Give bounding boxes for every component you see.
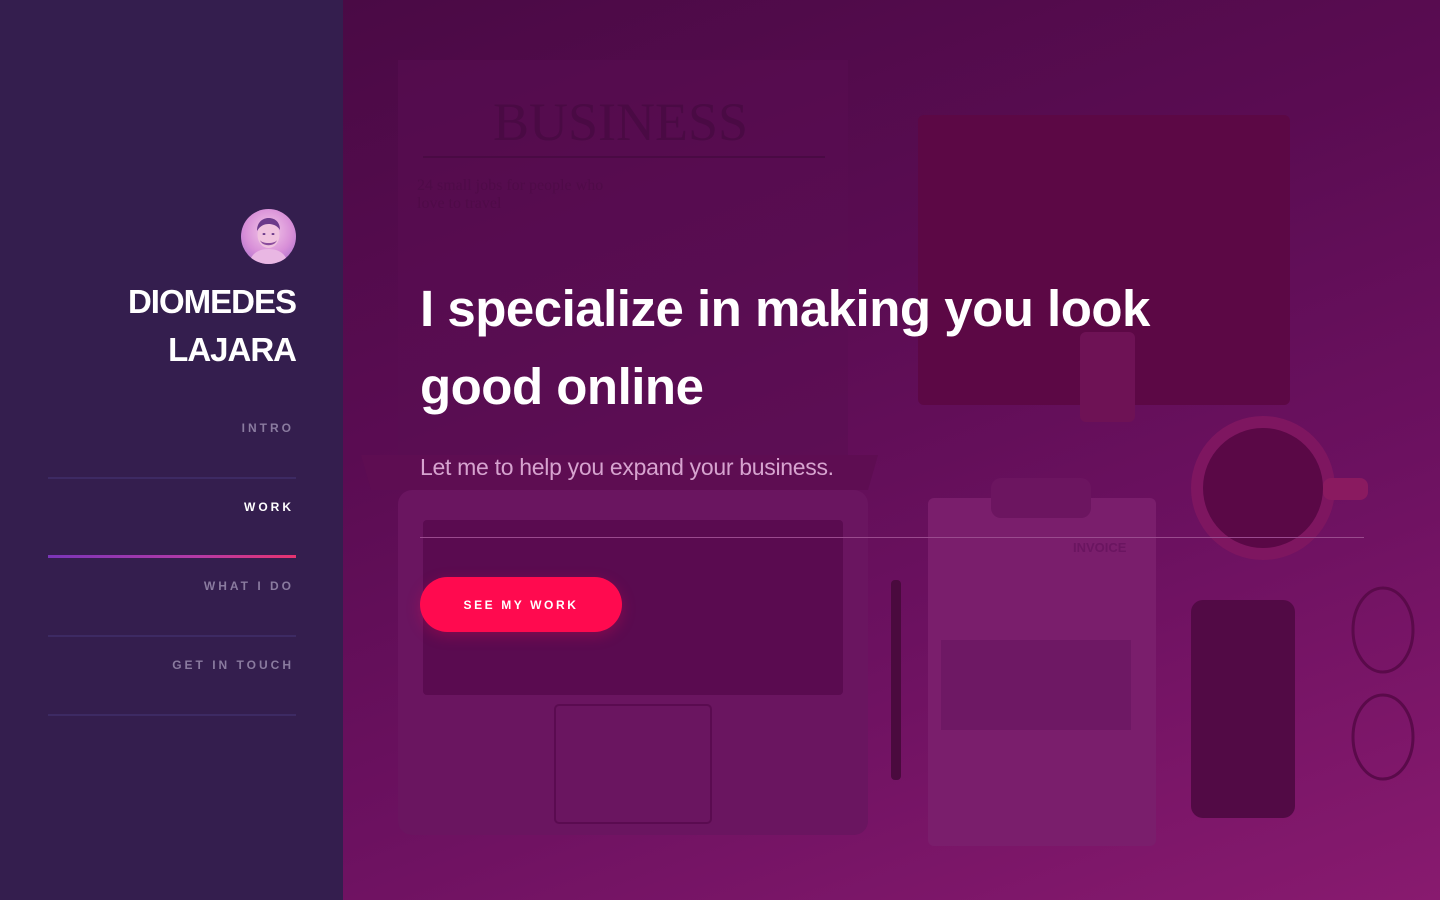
sidebar: DIOMEDES LAJARA INTRO WORK WHAT I DO GET… [0,0,343,900]
newspaper-teaser-line-1: 24 small jobs for people who [417,177,603,194]
hero-headline: I specialize in making you look good onl… [420,280,1150,415]
invoice-heading: INVOICE [1073,540,1127,555]
nav-item-what-i-do[interactable]: WHAT I DO [48,558,296,637]
hero-divider [420,537,1364,538]
nav-item-work[interactable]: WORK [48,479,296,558]
profile-name: DIOMEDES LAJARA [127,278,297,374]
page: DIOMEDES LAJARA INTRO WORK WHAT I DO GET… [0,0,1440,900]
nav-item-label: GET IN TOUCH [172,658,294,672]
sidebar-nav: INTRO WORK WHAT I DO GET IN TOUCH [48,400,296,716]
hero-section: BUSINESS 24 small jobs for people who lo… [343,0,1440,900]
nav-item-label: INTRO [241,421,294,435]
see-my-work-button[interactable]: SEE MY WORK [420,577,622,632]
profile-last-name: LAJARA [168,331,297,368]
mug-illustration [1191,416,1368,560]
clipboard-illustration: INVOICE [928,478,1156,846]
newspaper-teaser-line-2: love to travel [417,195,502,212]
glasses-illustration [1351,586,1415,781]
avatar[interactable] [241,209,296,264]
nav-item-get-in-touch[interactable]: GET IN TOUCH [48,637,296,716]
hero-background-image: BUSINESS 24 small jobs for people who lo… [361,60,1415,846]
laptop-illustration [361,455,878,835]
profile-first-name: DIOMEDES [127,283,297,320]
avatar-photo [249,218,288,264]
nav-item-label: WORK [244,500,294,514]
newspaper-masthead: BUSINESS [493,92,748,152]
hero-subline: Let me to help you expand your business. [420,454,834,480]
nav-item-label: WHAT I DO [203,579,294,593]
nav-item-intro[interactable]: INTRO [48,400,296,479]
